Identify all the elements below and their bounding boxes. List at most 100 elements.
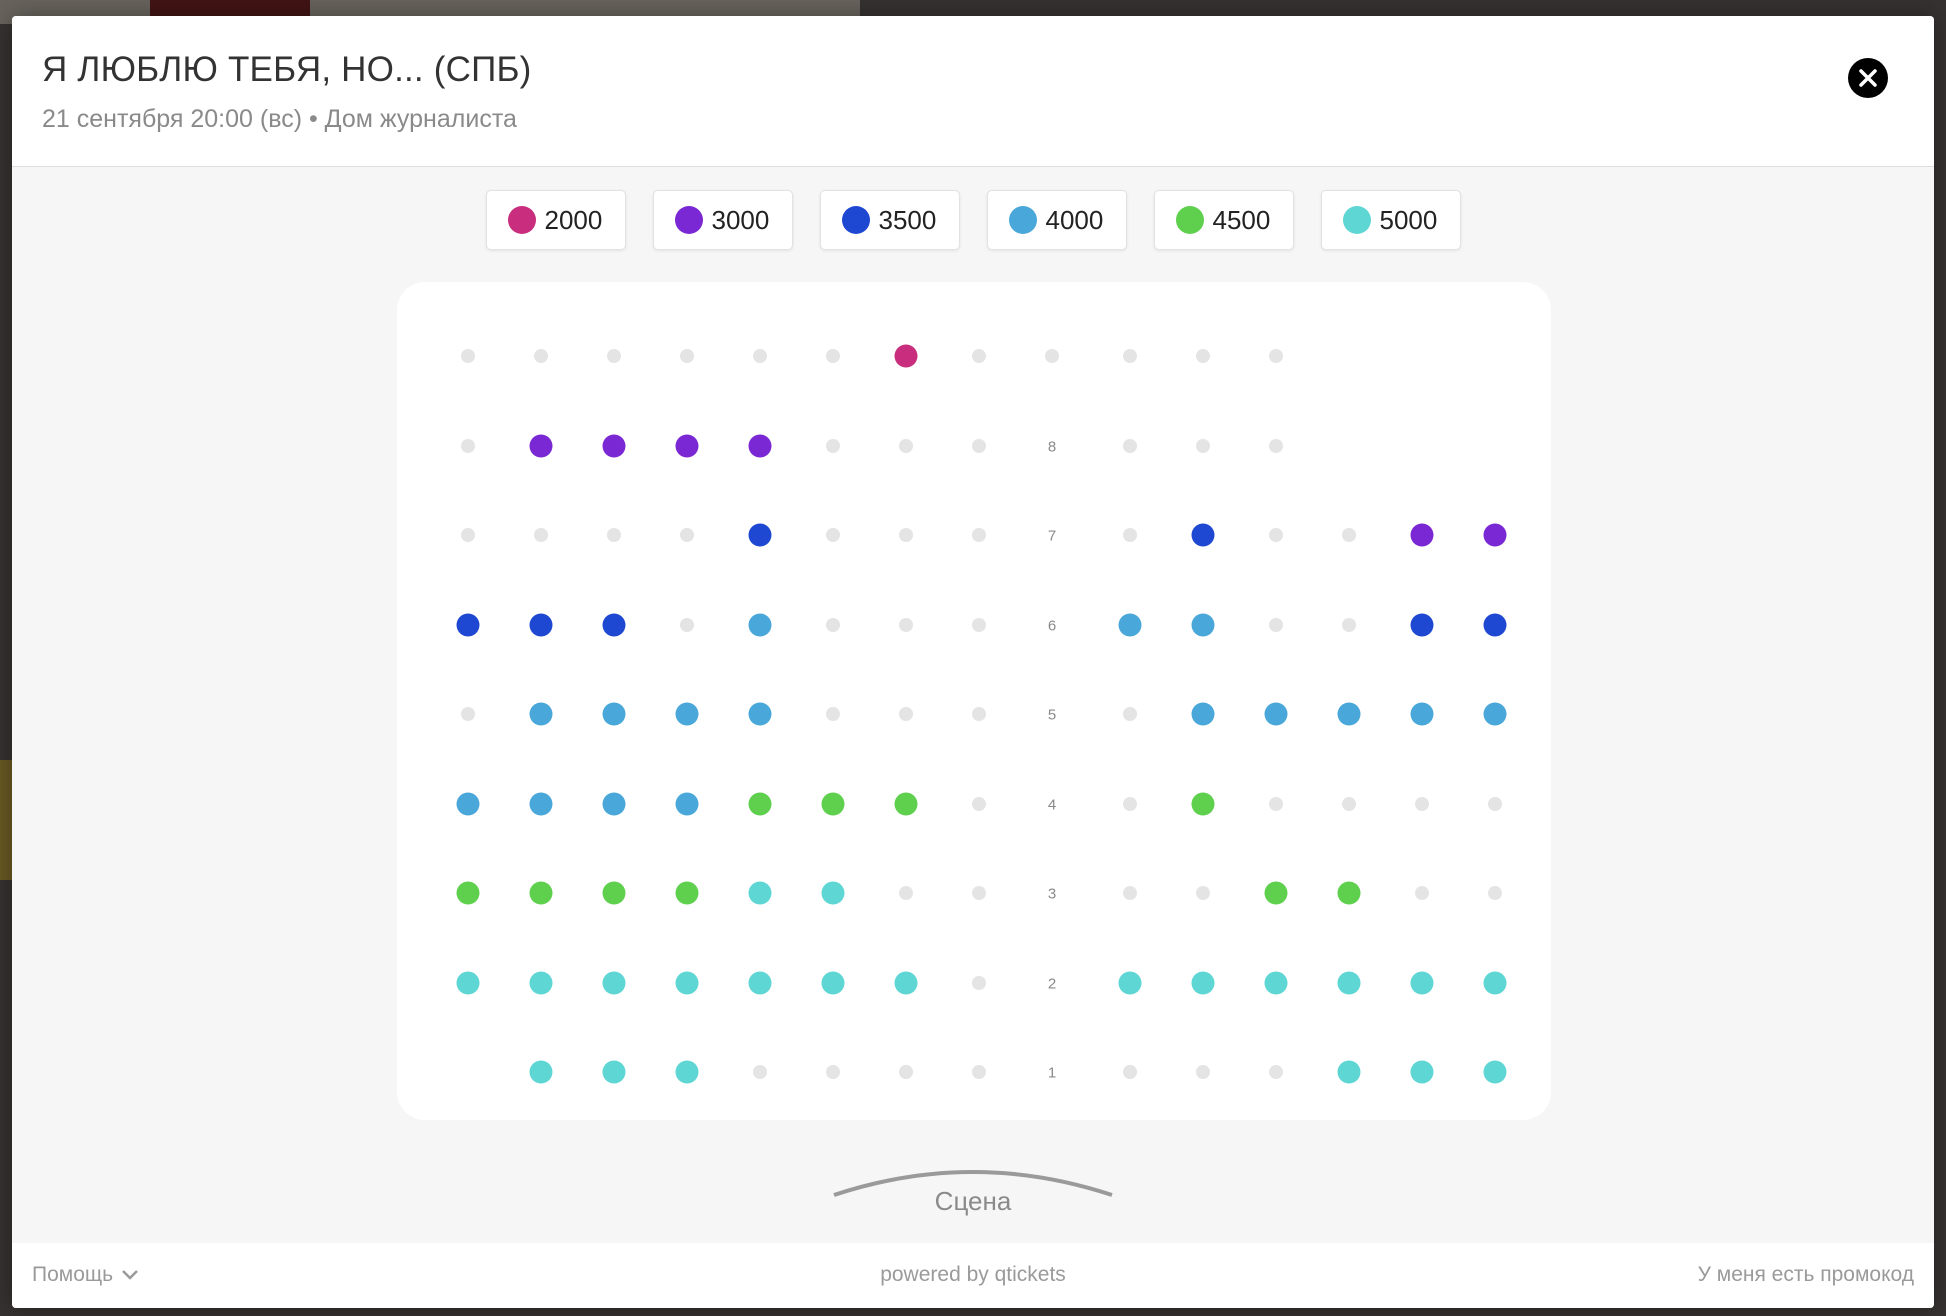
seat-available[interactable] [1118, 971, 1142, 994]
seat-taken [1123, 886, 1137, 900]
seat-available[interactable] [602, 702, 626, 726]
seat-available[interactable] [602, 613, 626, 636]
seat-available[interactable] [748, 702, 772, 726]
seat-taken [1196, 886, 1210, 900]
seat-taken [972, 528, 986, 542]
price-filter-3000[interactable]: 3000 [652, 190, 793, 250]
seat-available[interactable] [1410, 1060, 1434, 1084]
seat-available[interactable] [529, 702, 553, 726]
seat-available[interactable] [821, 792, 845, 815]
seat-available[interactable] [1483, 523, 1507, 547]
seat-taken [1269, 528, 1283, 542]
seat-taken [1415, 796, 1429, 811]
seat-available[interactable] [1337, 702, 1361, 726]
seat-taken [826, 349, 840, 363]
price-filter-2000[interactable]: 2000 [485, 190, 626, 250]
seat-available[interactable] [1191, 792, 1215, 815]
seat-available[interactable] [456, 613, 480, 636]
seat-available[interactable] [748, 792, 772, 815]
seat-available[interactable] [529, 1060, 553, 1084]
price-label: 4000 [1045, 204, 1104, 235]
seat-available[interactable] [1337, 971, 1361, 994]
seat-taken [1269, 438, 1283, 453]
seat-taken [899, 617, 913, 632]
seat-available[interactable] [529, 434, 553, 457]
close-icon [1859, 69, 1877, 87]
seat-taken [826, 1065, 840, 1079]
seat-available[interactable] [675, 434, 699, 457]
seat-available[interactable] [748, 613, 772, 636]
seat-available[interactable] [748, 523, 772, 547]
row-number: 5 [1047, 706, 1057, 724]
seat-available[interactable] [456, 792, 480, 815]
seat-available[interactable] [1191, 971, 1215, 994]
seat-available[interactable] [1410, 613, 1434, 636]
seat-taken [972, 796, 986, 811]
seat-taken [972, 617, 986, 632]
seat-available[interactable] [602, 792, 626, 815]
seat-available[interactable] [1264, 881, 1288, 905]
seat-available[interactable] [1483, 613, 1507, 636]
seat-taken [1342, 796, 1356, 811]
seat-available[interactable] [1410, 971, 1434, 994]
promo-code-link[interactable]: У меня есть промокод [1698, 1263, 1914, 1287]
price-color-dot [1342, 206, 1371, 234]
row-number: 1 [1047, 1064, 1057, 1082]
seat-available[interactable] [1337, 1060, 1361, 1084]
seat-available[interactable] [456, 971, 480, 994]
seat-available[interactable] [529, 792, 553, 815]
price-color-dot [674, 206, 703, 234]
seat-available[interactable] [1118, 613, 1142, 636]
seat-taken [1196, 349, 1210, 363]
seat-available[interactable] [1191, 702, 1215, 726]
seat-taken [461, 438, 475, 453]
seat-available[interactable] [456, 881, 480, 905]
seat-taken [899, 886, 913, 900]
seat-available[interactable] [675, 971, 699, 994]
price-filter-3500[interactable]: 3500 [819, 190, 960, 250]
price-color-dot [841, 206, 870, 234]
seat-available[interactable] [675, 702, 699, 726]
seat-available[interactable] [1410, 702, 1434, 726]
seat-available[interactable] [1337, 881, 1361, 905]
seat-available[interactable] [675, 1060, 699, 1084]
seat-available[interactable] [529, 971, 553, 994]
seat-taken [1342, 617, 1356, 632]
price-filter-5000[interactable]: 5000 [1320, 190, 1461, 250]
seat-available[interactable] [529, 881, 553, 905]
seat-available[interactable] [602, 1060, 626, 1084]
seat-available[interactable] [1191, 613, 1215, 636]
seat-available[interactable] [602, 971, 626, 994]
price-filter-4500[interactable]: 4500 [1153, 190, 1294, 250]
seat-available[interactable] [894, 792, 918, 815]
seat-available[interactable] [1483, 1060, 1507, 1084]
seat-taken [753, 349, 767, 363]
seat-taken [1123, 1065, 1137, 1079]
seat-available[interactable] [894, 344, 918, 368]
price-filter-4000[interactable]: 4000 [986, 190, 1127, 250]
seat-available[interactable] [1264, 702, 1288, 726]
seat-available[interactable] [748, 434, 772, 457]
seat-available[interactable] [529, 613, 553, 636]
seat-available[interactable] [675, 792, 699, 815]
seat-available[interactable] [1410, 523, 1434, 547]
seat-taken [1488, 796, 1502, 811]
seat-available[interactable] [748, 881, 772, 905]
seat-available[interactable] [602, 881, 626, 905]
seat-taken [972, 975, 986, 990]
seat-available[interactable] [894, 971, 918, 994]
seat-available[interactable] [675, 881, 699, 905]
close-button[interactable] [1848, 58, 1888, 98]
seat-available[interactable] [748, 971, 772, 994]
seat-taken [899, 1065, 913, 1079]
seat-available[interactable] [602, 434, 626, 457]
seat-available[interactable] [1483, 971, 1507, 994]
price-color-dot [1008, 206, 1037, 234]
seat-available[interactable] [1264, 971, 1288, 994]
seat-taken [1196, 1065, 1210, 1079]
seat-available[interactable] [1191, 523, 1215, 547]
price-legend: 2000 3000 3500 4000 4500 5000 [12, 190, 1934, 252]
seat-available[interactable] [821, 971, 845, 994]
seat-available[interactable] [1483, 702, 1507, 726]
seat-available[interactable] [821, 881, 845, 905]
